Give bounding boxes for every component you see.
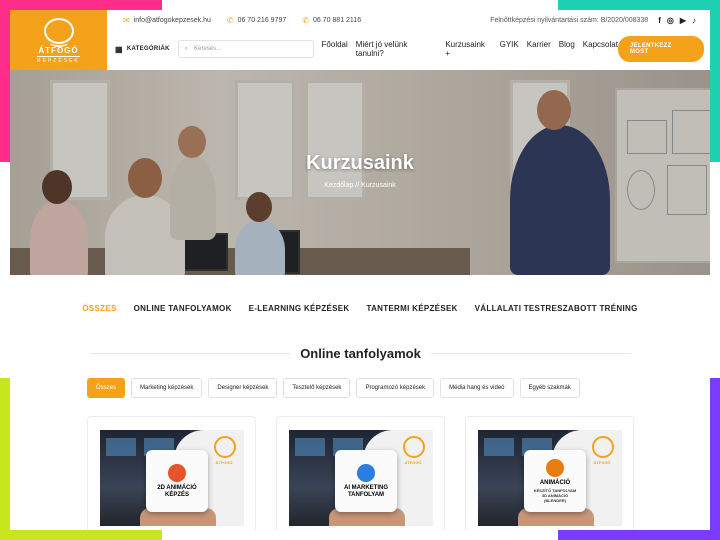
- course-icon: [168, 463, 186, 482]
- logo-sub: KÉPZÉSEK: [37, 56, 80, 64]
- blender-icon: [546, 459, 564, 478]
- screen: [106, 438, 136, 456]
- corner-decoration: [0, 0, 10, 162]
- tab-online-courses[interactable]: ONLINE TANFOLYAMOK: [134, 304, 232, 313]
- chip-all[interactable]: Összes: [87, 378, 126, 398]
- chip-media[interactable]: Média hang és videó: [440, 378, 514, 398]
- course-box-title: ANIMÁCIÓ: [539, 480, 571, 487]
- chip-programmer[interactable]: Programozó képzések: [356, 378, 435, 398]
- logo-emblem-icon: [214, 436, 236, 458]
- divider: [430, 353, 632, 354]
- corner-decoration: [558, 0, 720, 10]
- mail-icon: ✉: [123, 15, 130, 25]
- instagram-icon[interactable]: ◎: [667, 16, 674, 25]
- nav-link-courses[interactable]: Kurzusaink +: [445, 40, 491, 58]
- chip-marketing[interactable]: Marketing képzések: [131, 378, 203, 398]
- search-placeholder: Keresés...: [194, 46, 222, 52]
- email-text: info@atfogokepzesek.hu: [133, 16, 211, 24]
- course-card[interactable]: ÁTFOGÓ ANIMÁCIÓ KÉSZÍTŐ TANFOLYAM 3D ANI…: [465, 416, 634, 530]
- hero-banner: Kurzusaink Kezdőlap // Kurzusaink: [10, 70, 710, 275]
- breadcrumb: Kezdőlap // Kurzusaink: [324, 182, 396, 189]
- section-heading: Online tanfolyamok: [90, 346, 632, 361]
- category-filter-chips: Összes Marketing képzések Designer képzé…: [87, 378, 580, 398]
- course-box: AI MARKETING TANFOLYAM: [335, 450, 397, 512]
- course-box-subtitle: KÉSZÍTŐ TANFOLYAM 3D ANIMÁCIÓ (BLENDER): [533, 487, 577, 503]
- corner-decoration: [710, 378, 720, 540]
- chip-designer[interactable]: Designer képzések: [208, 378, 278, 398]
- corner-decoration: [558, 530, 720, 540]
- course-type-tabs: ÖSSZES ONLINE TANFOLYAMOK E-LEARNING KÉP…: [10, 304, 710, 313]
- course-box: ANIMÁCIÓ KÉSZÍTŐ TANFOLYAM 3D ANIMÁCIÓ (…: [524, 450, 586, 512]
- apply-now-button[interactable]: JELENTKEZZ MOST: [617, 36, 704, 62]
- email-link[interactable]: ✉ info@atfogokepzesek.hu: [123, 16, 211, 25]
- page-title: Kurzusaink: [306, 152, 414, 174]
- emblem-text: ÁTFOGÓ: [593, 460, 611, 465]
- nav-link-faq[interactable]: GYIK: [500, 40, 519, 58]
- phone-icon: ✆: [226, 15, 234, 25]
- nav-link-blog[interactable]: Blog: [559, 40, 575, 58]
- phone-icon: ✆: [302, 15, 309, 25]
- course-image: ÁTFOGÓ 2D ANIMÁCIÓ KÉPZÉS: [100, 430, 244, 526]
- course-card[interactable]: ÁTFOGÓ 2D ANIMÁCIÓ KÉPZÉS: [87, 416, 256, 530]
- grid-icon: ▦: [115, 44, 123, 54]
- logo-name: ÁTFOGÓ: [38, 46, 79, 55]
- site-logo[interactable]: ÁTFOGÓ KÉPZÉSEK: [10, 10, 107, 72]
- corner-decoration: [0, 378, 10, 540]
- corner-decoration: [0, 0, 162, 10]
- corner-decoration: [710, 0, 720, 162]
- course-box: 2D ANIMÁCIÓ KÉPZÉS: [146, 450, 208, 512]
- main-navbar: ▦ KATEGÓRIÁK ⌕ Keresés... Főoldal Miért …: [107, 36, 710, 62]
- nav-link-career[interactable]: Karrier: [527, 40, 551, 58]
- logo-emblem-icon: [43, 18, 74, 47]
- ai-icon: [357, 463, 375, 482]
- phone-text-1: 06 70 216 9797: [237, 16, 287, 24]
- course-image: ÁTFOGÓ AI MARKETING TANFOLYAM: [289, 430, 433, 526]
- nav-link-why-us[interactable]: Miért jó velünk tanulni?: [356, 40, 438, 58]
- tab-all[interactable]: ÖSSZES: [82, 304, 116, 313]
- nav-link-contact[interactable]: Kapcsolat: [583, 40, 618, 58]
- logo-emblem-icon: [592, 436, 614, 458]
- course-box-title: AI MARKETING TANFOLYAM: [344, 484, 388, 498]
- tiktok-icon[interactable]: ♪: [692, 16, 696, 25]
- screen: [295, 438, 325, 456]
- search-icon: ⌕: [184, 45, 189, 52]
- top-contact-bar: ✉ info@atfogokepzesek.hu ✆ 06 70 216 979…: [107, 10, 710, 30]
- tab-corporate-training[interactable]: VÁLLALATI TESTRESZABOTT TRÉNING: [475, 304, 638, 313]
- course-box-title: 2D ANIMÁCIÓ KÉPZÉS: [157, 484, 197, 498]
- nav-links: Főoldal Miért jó velünk tanulni? Kurzusa…: [322, 40, 618, 58]
- social-links: f ◎ ▶ ♪: [658, 16, 696, 25]
- youtube-icon[interactable]: ▶: [680, 16, 686, 25]
- website-page: ÁTFOGÓ KÉPZÉSEK ✉ info@atfogokepzesek.hu…: [10, 10, 710, 530]
- corner-decoration: [0, 530, 162, 540]
- categories-label: KATEGÓRIÁK: [126, 46, 170, 52]
- categories-button[interactable]: ▦ KATEGÓRIÁK: [115, 45, 170, 54]
- chip-tester[interactable]: Tesztelő képzések: [283, 378, 351, 398]
- phone-link-2[interactable]: ✆ 06 70 881 2116: [302, 16, 361, 25]
- screen: [484, 438, 514, 456]
- course-card[interactable]: ÁTFOGÓ AI MARKETING TANFOLYAM: [276, 416, 445, 530]
- search-input[interactable]: ⌕ Keresés...: [177, 40, 314, 58]
- facebook-icon[interactable]: f: [658, 16, 661, 25]
- emblem-text: ÁTFOGÓ: [404, 460, 422, 465]
- registration-number: Felnőttképzési nyilvántartási szám: B/20…: [490, 16, 649, 24]
- phone-link-1[interactable]: ✆ 06 70 216 9797: [227, 16, 286, 25]
- section-title: Online tanfolyamok: [300, 346, 421, 361]
- divider: [90, 353, 291, 354]
- tab-e-learning[interactable]: E-LEARNING KÉPZÉSEK: [249, 304, 350, 313]
- emblem-text: ÁTFOGÓ: [215, 460, 233, 465]
- screenshot-frame: ÁTFOGÓ KÉPZÉSEK ✉ info@atfogokepzesek.hu…: [0, 0, 720, 540]
- nav-link-home[interactable]: Főoldal: [322, 40, 348, 58]
- phone-text-2: 06 70 881 2116: [312, 16, 362, 24]
- logo-emblem-icon: [403, 436, 425, 458]
- course-image: ÁTFOGÓ ANIMÁCIÓ KÉSZÍTŐ TANFOLYAM 3D ANI…: [478, 430, 622, 526]
- tab-classroom[interactable]: TANTERMI KÉPZÉSEK: [366, 304, 457, 313]
- chip-other[interactable]: Egyéb szakmák: [519, 378, 580, 398]
